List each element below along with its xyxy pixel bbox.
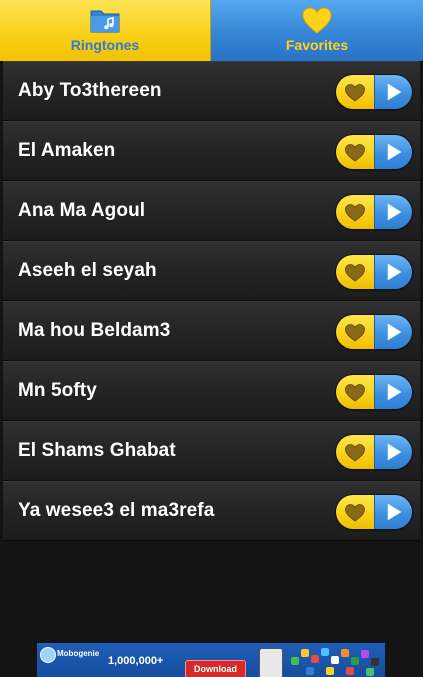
heart-icon bbox=[345, 263, 365, 282]
ringtone-row[interactable]: Ya wesee3 el ma3refa bbox=[3, 481, 420, 541]
heart-icon bbox=[345, 83, 365, 102]
row-actions bbox=[336, 375, 412, 409]
ad-count: 1,000,000+ bbox=[108, 655, 164, 667]
row-actions bbox=[336, 75, 412, 109]
ad-banner[interactable]: Mobogenie 1,000,000+ Download bbox=[37, 643, 385, 677]
ringtone-list: Aby To3thereen El Amaken Ana Ma Agoul Aseeh… bbox=[0, 61, 423, 541]
app-screen: Ringtones Favorites Aby To3thereen El Ama… bbox=[0, 0, 423, 677]
play-icon bbox=[387, 503, 402, 521]
ringtone-title: Aby To3thereen bbox=[18, 80, 162, 101]
heart-icon bbox=[345, 203, 365, 222]
tab-bar: Ringtones Favorites bbox=[0, 0, 423, 62]
heart-icon bbox=[345, 443, 365, 462]
heart-icon bbox=[345, 143, 365, 162]
ringtone-row[interactable]: El Amaken bbox=[3, 121, 420, 181]
app-icon bbox=[371, 658, 379, 666]
folder-music-icon bbox=[90, 10, 120, 33]
heart-icon bbox=[302, 7, 332, 34]
app-icon bbox=[346, 667, 354, 675]
play-button[interactable] bbox=[374, 135, 412, 169]
play-icon bbox=[387, 83, 402, 101]
heart-icon bbox=[345, 323, 365, 342]
play-icon bbox=[387, 143, 402, 161]
play-icon bbox=[387, 263, 402, 281]
play-icon bbox=[387, 203, 402, 221]
tab-ringtones[interactable]: Ringtones bbox=[0, 0, 211, 61]
play-button[interactable] bbox=[374, 255, 412, 289]
play-icon bbox=[387, 383, 402, 401]
app-icon bbox=[311, 655, 319, 663]
favorite-button[interactable] bbox=[336, 135, 374, 169]
ringtone-row[interactable]: Mn 5ofty bbox=[3, 361, 420, 421]
heart-icon bbox=[345, 383, 365, 402]
ringtone-title: Ya wesee3 el ma3refa bbox=[18, 500, 215, 521]
app-icon bbox=[291, 657, 299, 665]
app-icon bbox=[361, 650, 369, 658]
ringtone-row[interactable]: El Shams Ghabat bbox=[3, 421, 420, 481]
row-actions bbox=[336, 495, 412, 529]
app-icon bbox=[301, 649, 309, 657]
app-icon bbox=[331, 656, 339, 664]
row-actions bbox=[336, 195, 412, 229]
favorite-button[interactable] bbox=[336, 495, 374, 529]
favorite-button[interactable] bbox=[336, 255, 374, 289]
ringtone-row[interactable]: Aby To3thereen bbox=[3, 61, 420, 121]
app-icon bbox=[321, 648, 329, 656]
ringtone-row[interactable]: Aseeh el seyah bbox=[3, 241, 420, 301]
app-icon bbox=[366, 668, 374, 676]
ringtone-title: Mn 5ofty bbox=[18, 380, 97, 401]
play-icon bbox=[387, 323, 402, 341]
play-button[interactable] bbox=[374, 375, 412, 409]
favorite-button[interactable] bbox=[336, 375, 374, 409]
row-actions bbox=[336, 315, 412, 349]
play-button[interactable] bbox=[374, 435, 412, 469]
row-actions bbox=[336, 435, 412, 469]
tab-favorites-label: Favorites bbox=[285, 37, 349, 53]
ringtone-title: Aseeh el seyah bbox=[18, 260, 157, 281]
ringtone-title: Ana Ma Agoul bbox=[18, 200, 146, 221]
row-actions bbox=[336, 255, 412, 289]
favorite-button[interactable] bbox=[336, 75, 374, 109]
app-icons-cluster bbox=[289, 647, 381, 677]
phone-icon bbox=[259, 648, 283, 677]
favorite-button[interactable] bbox=[336, 195, 374, 229]
ringtone-title: El Shams Ghabat bbox=[18, 440, 176, 461]
tab-favorites[interactable]: Favorites bbox=[211, 0, 423, 61]
ringtone-row[interactable]: Ana Ma Agoul bbox=[3, 181, 420, 241]
app-icon bbox=[326, 667, 334, 675]
mobogenie-logo-icon bbox=[40, 647, 56, 663]
ad-brand: Mobogenie bbox=[57, 649, 100, 658]
app-icon bbox=[306, 667, 314, 675]
ad-download-button[interactable]: Download bbox=[185, 660, 246, 677]
play-button[interactable] bbox=[374, 315, 412, 349]
play-button[interactable] bbox=[374, 195, 412, 229]
favorite-button[interactable] bbox=[336, 315, 374, 349]
play-button[interactable] bbox=[374, 495, 412, 529]
heart-icon bbox=[345, 503, 365, 522]
ringtone-title: El Amaken bbox=[18, 140, 116, 161]
ringtone-row[interactable]: Ma hou Beldam3 bbox=[3, 301, 420, 361]
play-icon bbox=[387, 443, 402, 461]
favorite-button[interactable] bbox=[336, 435, 374, 469]
ringtone-title: Ma hou Beldam3 bbox=[18, 320, 171, 341]
app-icon bbox=[351, 657, 359, 665]
row-actions bbox=[336, 135, 412, 169]
tab-ringtones-label: Ringtones bbox=[70, 37, 140, 53]
app-icon bbox=[341, 649, 349, 657]
play-button[interactable] bbox=[374, 75, 412, 109]
